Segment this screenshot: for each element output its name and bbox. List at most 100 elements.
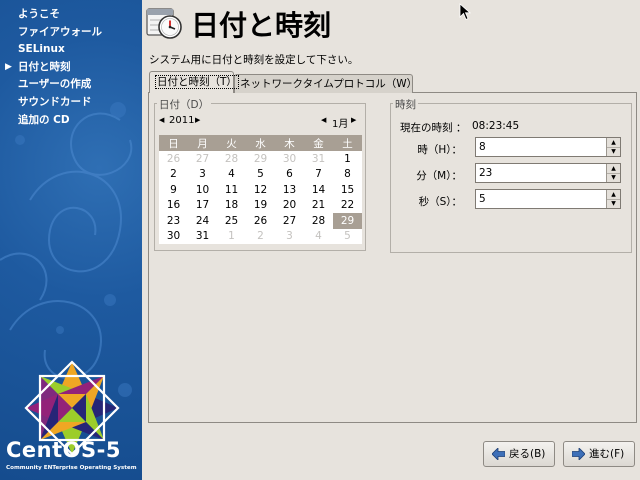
sidebar-step: 追加の CD	[0, 112, 142, 130]
calendar-day[interactable]: 2	[159, 166, 188, 182]
sidebar-step: ファイアウォール	[0, 24, 142, 42]
year-next-arrow-icon[interactable]: ▶	[195, 116, 200, 124]
calendar-day[interactable]: 3	[188, 166, 217, 182]
calendar-day[interactable]: 27	[188, 151, 217, 167]
calendar-day[interactable]: 12	[246, 182, 275, 198]
calendar-day[interactable]: 5	[333, 228, 362, 244]
mouse-cursor-icon	[459, 3, 471, 21]
calendar-week-row: 30 31 1 2 3 4 5	[159, 228, 362, 244]
calendar-day[interactable]: 26	[159, 151, 188, 167]
calendar-day[interactable]: 17	[188, 197, 217, 213]
calendar-day[interactable]: 5	[246, 166, 275, 182]
calendar-day[interactable]: 19	[246, 197, 275, 213]
calendar-day[interactable]: 30	[275, 151, 304, 167]
calendar-day[interactable]: 2	[246, 228, 275, 244]
next-button[interactable]: 進む(F)	[563, 441, 635, 467]
steps-list: ようこそファイアウォール SELinux ▶ 日付と時刻ユーザーの作成 サウンドカード追…	[0, 6, 142, 129]
second-spinbox[interactable]: ▲ ▼	[475, 189, 621, 209]
calendar-week-row: 26 27 28 29 30 31 1	[159, 151, 362, 167]
current-time-label: 現在の時刻 ：	[400, 122, 467, 134]
calendar-day[interactable]: 4	[304, 228, 333, 244]
calendar-day[interactable]: 26	[246, 213, 275, 229]
calendar-day[interactable]: 1	[333, 151, 362, 167]
calendar-day-selected[interactable]: 29	[333, 213, 362, 229]
back-button-label: 戻る(B)	[509, 448, 546, 460]
tab-ntp-label: ネットワークタイムプロトコル（W）	[240, 78, 418, 90]
calendar-weekday: 火	[217, 135, 246, 151]
sidebar-step: ユーザーの作成	[0, 76, 142, 94]
calendar-week-row: 23 24 25 26 27 28 29	[159, 213, 362, 229]
calendar-day[interactable]: 3	[275, 228, 304, 244]
calendar-grid: 日月火水木金土 26 27 28 29 30 31 1 2 3 4 5 6 7 8 9 10 11 12 13 14 1…	[159, 135, 362, 244]
calendar-weekday: 日	[159, 135, 188, 151]
calendar-day[interactable]: 30	[159, 228, 188, 244]
calendar-weekday: 木	[275, 135, 304, 151]
second-stepper[interactable]: ▲ ▼	[606, 190, 620, 208]
minute-stepper[interactable]: ▲ ▼	[606, 164, 620, 182]
calendar-day[interactable]: 6	[275, 166, 304, 182]
hour-spinbox[interactable]: ▲ ▼	[475, 137, 621, 157]
sidebar-step: SELinux	[0, 41, 142, 59]
calendar-day[interactable]: 27	[275, 213, 304, 229]
calendar-day[interactable]: 23	[159, 213, 188, 229]
calendar-day[interactable]: 28	[304, 213, 333, 229]
sidebar-step-label: ようこそ	[18, 8, 60, 20]
calendar-month: 1月	[332, 119, 349, 130]
page-subtitle: システム用に日付と時刻を設定して下さい。	[149, 54, 359, 66]
year-prev-arrow-icon[interactable]: ◀	[159, 116, 164, 124]
calendar-nav: ◀ 2011 ▶ ◀ 1月 ▶	[155, 114, 365, 131]
clock-calendar-icon	[146, 8, 182, 39]
calendar-weekday: 金	[304, 135, 333, 151]
next-arrow-icon	[572, 448, 585, 460]
hour-input[interactable]	[476, 138, 609, 156]
sidebar-step-label: 日付と時刻	[18, 60, 71, 73]
sidebar-step-label: サウンドカード	[18, 95, 92, 108]
tab-date-time[interactable]: 日付と時刻（T）	[149, 71, 239, 93]
tab-network-time-protocol[interactable]: ネットワークタイムプロトコル（W）	[234, 74, 417, 93]
calendar-day[interactable]: 21	[304, 197, 333, 213]
calendar-day[interactable]: 22	[333, 197, 362, 213]
hour-stepper[interactable]: ▲ ▼	[606, 138, 620, 156]
second-label: 秒（S）：	[418, 196, 462, 208]
calendar-week-row: 9 10 11 12 13 14 15	[159, 182, 362, 198]
minute-spinbox[interactable]: ▲ ▼	[475, 163, 621, 183]
calendar-day[interactable]: 11	[217, 182, 246, 198]
month-next-arrow-icon[interactable]: ▶	[351, 116, 356, 124]
sidebar-step-label: SELinux	[18, 43, 65, 56]
calendar-day[interactable]: 10	[188, 182, 217, 198]
hour-down-arrow-icon[interactable]: ▼	[607, 147, 620, 156]
calendar-day[interactable]: 25	[217, 213, 246, 229]
minute-down-arrow-icon[interactable]: ▼	[607, 173, 620, 182]
calendar-weekday-row: 日月火水木金土	[159, 135, 362, 151]
calendar-week-row: 2345678	[159, 166, 362, 182]
back-button[interactable]: 戻る(B)	[483, 441, 555, 467]
sidebar-step-label: 追加の CD	[18, 113, 70, 126]
calendar-day[interactable]: 31	[304, 151, 333, 167]
second-input[interactable]	[476, 190, 609, 208]
calendar-day[interactable]: 13	[275, 182, 304, 198]
calendar-day[interactable]: 20	[275, 197, 304, 213]
centos-wordmark: CentOS-5	[6, 438, 121, 462]
sidebar-step: サウンドカード	[0, 94, 142, 112]
calendar-day[interactable]: 24	[188, 213, 217, 229]
minute-input[interactable]	[476, 164, 609, 182]
current-step-arrow-icon: ▶	[5, 61, 12, 72]
month-prev-arrow-icon[interactable]: ◀	[321, 116, 326, 124]
calendar-day[interactable]: 29	[246, 151, 275, 167]
calendar-day[interactable]: 7	[304, 166, 333, 182]
calendar-day[interactable]: 15	[333, 182, 362, 198]
second-down-arrow-icon[interactable]: ▼	[607, 199, 620, 208]
calendar-day[interactable]: 31	[188, 228, 217, 244]
calendar-day[interactable]: 14	[304, 182, 333, 198]
page-title: 日付と時刻	[191, 9, 332, 42]
calendar-day[interactable]: 8	[333, 166, 362, 182]
calendar-day[interactable]: 16	[159, 197, 188, 213]
calendar-day[interactable]: 28	[217, 151, 246, 167]
hour-label: 時（H）：	[417, 144, 462, 156]
calendar-day[interactable]: 1	[217, 228, 246, 244]
calendar-day[interactable]: 4	[217, 166, 246, 182]
sidebar: ようこそファイアウォール SELinux ▶ 日付と時刻ユーザーの作成 サウンドカード追…	[0, 0, 142, 480]
sidebar-step-label: ファイアウォール	[18, 25, 102, 38]
calendar-day[interactable]: 9	[159, 182, 188, 198]
calendar-day[interactable]: 18	[217, 197, 246, 213]
